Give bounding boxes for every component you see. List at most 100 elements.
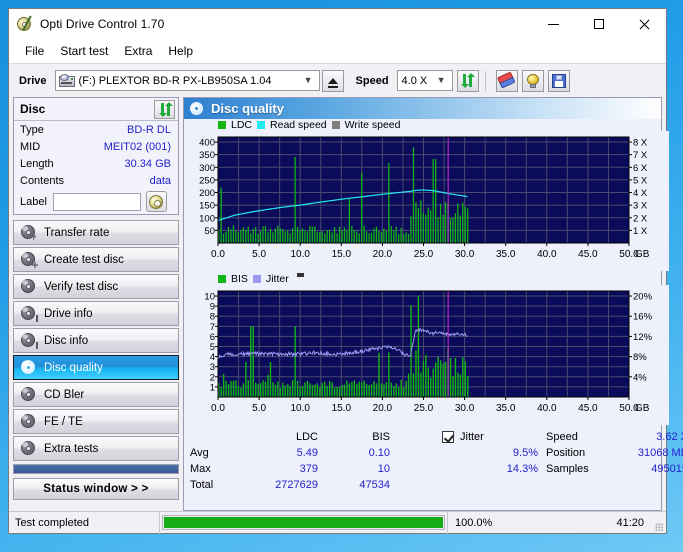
svg-text:20.0: 20.0 bbox=[373, 249, 393, 260]
bis-plot[interactable]: 10 9 8 7 6 5 4 3 2 1 20% 16% 12% 8% 4% 0.0 5.0 10.0 15.0 20… bbox=[184, 285, 669, 425]
disc-refresh-button[interactable] bbox=[154, 99, 175, 119]
menu-file[interactable]: File bbox=[17, 41, 52, 61]
nav-list: Transfer rate Create test disc Verify te… bbox=[13, 220, 179, 461]
svg-text:20.0: 20.0 bbox=[373, 403, 393, 414]
drive-select[interactable]: (F:) PLEXTOR BD-R PX-LB950SA 1.04 ▼ bbox=[54, 70, 320, 91]
position-stat-label: Position bbox=[546, 447, 586, 459]
nav-label: Verify test disc bbox=[44, 280, 119, 293]
svg-text:0.0: 0.0 bbox=[211, 403, 225, 414]
menu-start-test[interactable]: Start test bbox=[52, 41, 116, 61]
speed-stat-label: Speed bbox=[546, 431, 578, 443]
sidebar-item-extra-tests[interactable]: Extra tests bbox=[13, 436, 179, 461]
svg-text:10.0: 10.0 bbox=[290, 403, 310, 414]
svg-text:10.0: 10.0 bbox=[290, 249, 310, 260]
disc-length-label: Length bbox=[20, 157, 54, 170]
speed-label: Speed bbox=[355, 74, 389, 87]
sidebar-item-disc-quality[interactable]: Disc quality bbox=[13, 355, 179, 380]
jitter-label: Jitter bbox=[460, 431, 484, 443]
jitter-stats: Jitter 9.5% 14.3% bbox=[434, 429, 542, 510]
stats-header-row: LDC BIS bbox=[184, 429, 434, 445]
sidebar-item-cd-bler[interactable]: CD Bler bbox=[13, 382, 179, 407]
svg-text:50: 50 bbox=[204, 226, 215, 237]
disc-label-apply-button[interactable] bbox=[145, 191, 167, 212]
svg-text:100: 100 bbox=[199, 213, 215, 224]
svg-text:12%: 12% bbox=[633, 332, 653, 343]
sidebar-item-verify-test-disc[interactable]: Verify test disc bbox=[13, 274, 179, 299]
svg-text:1 X: 1 X bbox=[633, 226, 648, 237]
nav-label: Transfer rate bbox=[44, 226, 110, 239]
disc-label-row: Label bbox=[14, 189, 178, 214]
svg-text:5 X: 5 X bbox=[633, 175, 648, 186]
maximize-icon bbox=[593, 19, 604, 29]
status-window-button[interactable]: Status window > > bbox=[13, 478, 179, 500]
minimize-button[interactable] bbox=[531, 9, 576, 39]
sidebar-filler-bar bbox=[13, 464, 179, 474]
nav-label: FE / TE bbox=[44, 415, 83, 428]
menu-help[interactable]: Help bbox=[160, 41, 201, 61]
menu-extra[interactable]: Extra bbox=[116, 41, 160, 61]
maximize-button[interactable] bbox=[576, 9, 621, 39]
samples-stat-value: 495015 bbox=[651, 463, 683, 475]
disc-bolt-icon bbox=[21, 225, 37, 241]
sidebar-item-transfer-rate[interactable]: Transfer rate bbox=[13, 220, 179, 245]
legend-label-bis: BIS bbox=[231, 273, 248, 285]
samples-row: Samples 495015 bbox=[542, 461, 683, 477]
svg-text:4 X: 4 X bbox=[633, 188, 648, 199]
panel-header: Disc quality bbox=[184, 98, 661, 119]
chevron-down-icon: ▼ bbox=[303, 75, 313, 85]
disc-icon bbox=[149, 194, 164, 209]
jitter-max: 14.3% bbox=[506, 463, 538, 475]
svg-text:40.0: 40.0 bbox=[537, 403, 557, 414]
bis-chart-legend: BIS Jitter bbox=[184, 273, 661, 285]
svg-text:30.0: 30.0 bbox=[455, 403, 475, 414]
stats-ldc-avg: 5.49 bbox=[296, 447, 318, 459]
disc-row-mid: MID MEIT02 (001) bbox=[14, 138, 178, 155]
ldc-plot[interactable]: 400 350 300 250 200 150 100 50 8 X7 X 6 X5 X 4 X 3 … bbox=[184, 131, 669, 271]
svg-text:1: 1 bbox=[210, 382, 215, 393]
sidebar-item-create-test-disc[interactable]: Create test disc bbox=[13, 247, 179, 272]
disc-contents-value: data bbox=[149, 174, 171, 187]
close-button[interactable] bbox=[621, 9, 666, 39]
sidebar-item-disc-info[interactable]: Disc info bbox=[13, 328, 179, 353]
disc-contents-label: Contents bbox=[20, 174, 65, 187]
bis-chart: BIS Jitter 10 9 8 7 6 5 4 3 2 1 20% 16% 12% 8% 4% 0.0 5.… bbox=[184, 273, 669, 425]
eject-icon bbox=[327, 77, 338, 88]
nav-label: Extra tests bbox=[44, 442, 99, 455]
stats-bis-total: 47534 bbox=[359, 479, 390, 491]
svg-text:20%: 20% bbox=[633, 292, 653, 303]
status-message: Test completed bbox=[15, 516, 89, 529]
save-button[interactable] bbox=[547, 69, 570, 92]
legend-swatch-extra bbox=[296, 273, 304, 277]
disc-info-header: Disc bbox=[14, 98, 178, 121]
disc-label-input[interactable] bbox=[52, 192, 141, 211]
disc-quality-icon bbox=[190, 101, 204, 116]
window-controls bbox=[531, 9, 666, 39]
sidebar-item-fe-te[interactable]: FE / TE bbox=[13, 409, 179, 434]
svg-text:8%: 8% bbox=[633, 352, 647, 363]
stats-ldc-max: 379 bbox=[299, 463, 318, 475]
nav-label: CD Bler bbox=[44, 388, 85, 401]
stats-row-total: Total 2727629 47534 bbox=[184, 477, 434, 493]
svg-text:250: 250 bbox=[199, 175, 215, 186]
speed-select[interactable]: 4.0 X ▼ bbox=[396, 70, 453, 91]
stats-row-max: Max 379 10 bbox=[184, 461, 434, 477]
options-button[interactable] bbox=[521, 69, 544, 92]
eject-button[interactable] bbox=[321, 69, 344, 92]
sidebar-item-drive-info[interactable]: Drive info bbox=[13, 301, 179, 326]
svg-text:2 X: 2 X bbox=[633, 213, 648, 224]
speed-select-value: 4.0 X bbox=[401, 74, 428, 87]
legend-swatch-read-speed bbox=[257, 121, 266, 129]
disc-type-value: BD-R DL bbox=[126, 123, 171, 136]
jitter-checkbox[interactable] bbox=[442, 431, 454, 443]
svg-text:5.0: 5.0 bbox=[252, 249, 266, 260]
floppy-save-icon bbox=[551, 73, 566, 88]
legend-swatch-jitter bbox=[252, 275, 261, 283]
legend-swatch-bis bbox=[218, 275, 226, 283]
erase-button[interactable] bbox=[495, 69, 518, 92]
refresh-button[interactable] bbox=[456, 69, 479, 92]
disc-info-box: Disc Type BD-R DL MID MEIT02 (001) Lengt… bbox=[13, 97, 179, 215]
nav-label: Disc info bbox=[44, 334, 89, 347]
progress-bar bbox=[162, 515, 445, 530]
stats-ldc-total: 2727629 bbox=[275, 479, 318, 491]
resize-grip[interactable] bbox=[652, 512, 666, 534]
